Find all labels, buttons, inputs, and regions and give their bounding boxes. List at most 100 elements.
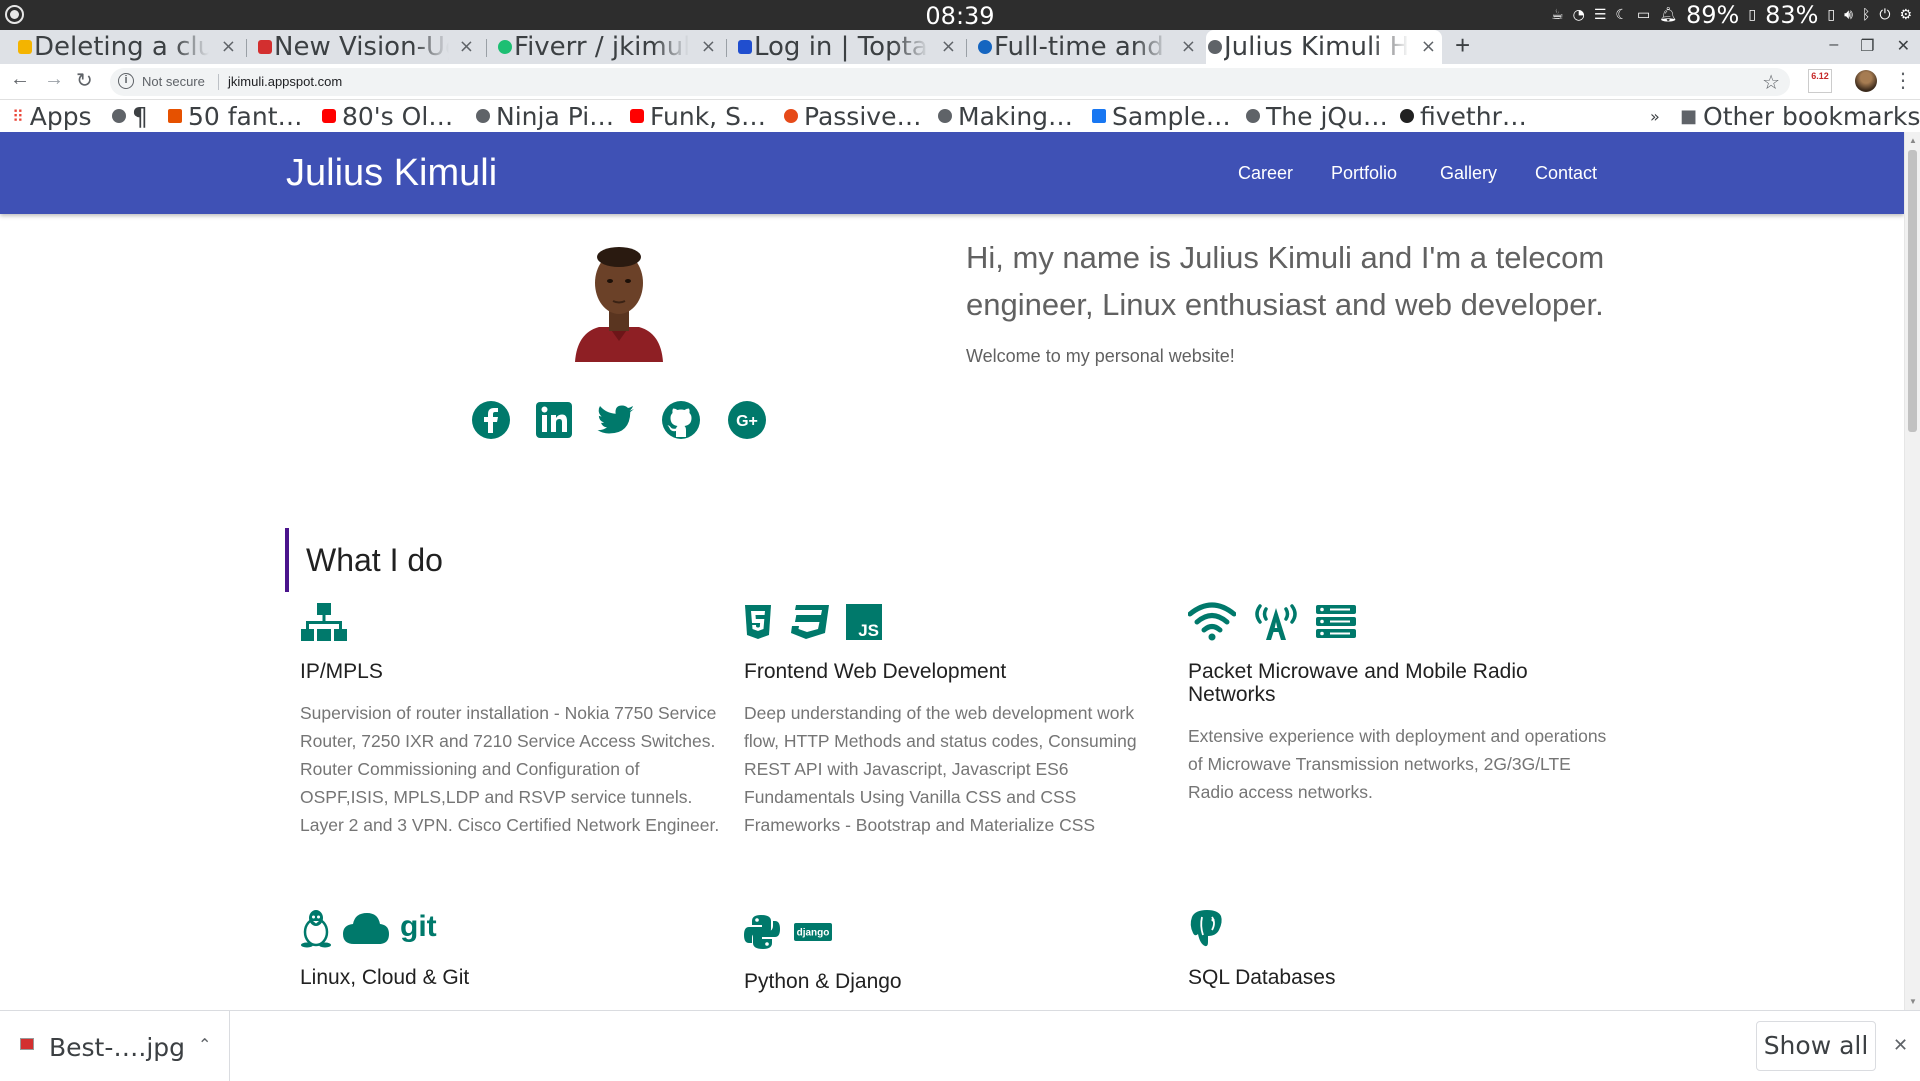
globe-icon [938,109,952,123]
nav-career[interactable]: Career [1238,163,1293,184]
close-window-icon[interactable]: ✕ [1897,36,1910,56]
bookmark-label: Making… [958,101,1074,131]
close-tab-icon[interactable]: × [221,36,236,57]
git-icon: git [400,910,437,943]
gear-icon[interactable]: ⚙ [1899,7,1912,23]
bookmark-item[interactable]: The jQu… [1246,100,1388,132]
url-text[interactable]: jkimuli.appspot.com [228,74,342,89]
browser-menu-icon[interactable]: ⋮ [1893,68,1913,93]
notification-icon[interactable]: 🔔︎ [1659,7,1677,23]
show-all-button[interactable]: Show all [1756,1021,1876,1071]
bookmarks-bar: ⠿ Apps ¶ 50 fant… 80's Ol… Ninja Pi… Fun… [0,100,1920,132]
scroll-down-icon[interactable]: ▼ [1909,997,1917,1006]
bookmark-item[interactable]: fivethr… [1400,100,1527,132]
chevron-up-icon[interactable]: ⌃ [198,1035,211,1055]
tab-title: Deleting a clust [34,32,209,62]
folder-icon: ■ [1680,105,1698,127]
site-navbar: Julius Kimuli Career Portfolio Gallery C… [0,132,1904,214]
bookmark-label: fivethr… [1420,101,1527,131]
close-tab-icon[interactable]: × [701,36,716,57]
youtube-icon [630,109,644,123]
bookmark-item[interactable]: Funk, S… [630,100,766,132]
linux-icon [301,910,331,948]
bookmark-item[interactable]: 50 fant… [168,100,303,132]
bookmark-label: ¶ [132,101,148,131]
close-tab-icon[interactable]: × [1421,36,1436,57]
close-tab-icon[interactable]: × [941,36,956,57]
bookmark-label: The jQu… [1266,101,1388,131]
security-label[interactable]: Not secure [142,74,205,89]
bluetooth-icon[interactable]: ᛒ [1862,7,1870,23]
github-icon[interactable] [661,400,701,440]
antenna-icon [1255,604,1297,640]
tab[interactable]: Deleting a clust × [16,30,242,64]
other-bookmarks[interactable]: ■ Other bookmarks [1680,100,1920,132]
wifi-tray-icon[interactable]: ◔ [1573,7,1585,23]
bookmark-item[interactable]: Ninja Pi… [476,100,614,132]
battery-icon[interactable]: ▯ [1748,7,1756,23]
menu-tray-icon[interactable]: ☰ [1594,7,1607,23]
close-tab-icon[interactable]: × [459,36,474,57]
extension-icon[interactable]: 6.12 [1808,69,1832,93]
bookmark-star-icon[interactable]: ☆ [1762,70,1780,95]
nav-gallery[interactable]: Gallery [1440,163,1497,184]
linkedin-icon[interactable] [534,400,574,440]
facebook-icon[interactable] [471,400,511,440]
close-shelf-icon[interactable]: ✕ [1893,1035,1908,1056]
bookmark-item[interactable]: Making… [938,100,1073,132]
address-bar[interactable]: i Not secure jkimuli.appspot.com ☆ [110,68,1790,96]
tab[interactable]: Log in | Toptal × [736,30,962,64]
server-icon [1316,605,1356,638]
tab[interactable]: Fiverr / jkimuli / × [496,30,722,64]
battery-percent-2: 83% [1765,1,1819,29]
night-light-icon[interactable]: ☾ [1615,7,1628,23]
css3-icon [791,605,829,639]
folder-tray-icon[interactable]: ▭ [1637,7,1650,23]
back-icon[interactable]: ← [10,68,30,91]
google-plus-icon[interactable]: G+ [727,400,767,440]
tab[interactable]: Full-time and Re × [976,30,1202,64]
nav-contact[interactable]: Contact [1535,163,1597,184]
twitter-icon[interactable] [596,400,636,440]
git-icon-label: git [400,910,437,943]
web-page: Julius Kimuli Career Portfolio Gallery C… [0,132,1904,1010]
bookmark-apps[interactable]: ⠿ Apps [12,100,92,132]
tab-favicon-icon [1208,40,1222,54]
tab[interactable]: New Vision-Uga × [256,30,480,64]
scroll-up-icon[interactable]: ▲ [1909,136,1917,145]
scrollbar-thumb[interactable] [1908,150,1917,432]
battery-2-icon[interactable]: ▯ [1827,7,1835,23]
info-icon[interactable]: i [118,73,134,89]
site-brand[interactable]: Julius Kimuli [286,152,497,195]
profile-avatar[interactable] [1855,70,1877,92]
reload-icon[interactable]: ↻ [76,68,93,93]
tab-title: Full-time and Re [994,32,1169,62]
network-icon [301,603,347,641]
bookmark-item[interactable]: Passive… [784,100,921,132]
minimize-icon[interactable]: – [1829,36,1838,56]
bookmark-item[interactable]: 80's Ol… [322,100,453,132]
close-tab-icon[interactable]: × [1181,36,1196,57]
page-scrollbar[interactable]: ▲ ▼ [1904,132,1920,1010]
maximize-icon[interactable]: ❐ [1860,36,1874,56]
skill-description: Extensive experience with deployment and… [1188,726,1607,802]
tab-active[interactable]: Julius Kimuli Ho × [1206,30,1442,64]
nav-portfolio[interactable]: Portfolio [1331,163,1397,184]
bookmark-item[interactable]: Sample… [1092,100,1231,132]
html5-icon [745,605,771,639]
new-tab-button[interactable]: + [1455,30,1470,61]
bookmarks-overflow-button[interactable]: » [1650,100,1660,132]
coffee-icon[interactable]: ☕ [1551,7,1564,23]
power-icon[interactable]: ⏻ [1879,7,1890,23]
download-item[interactable]: Best-….jpg ⌃ [0,1011,230,1081]
forward-icon[interactable]: → [44,68,64,91]
bookmark-item[interactable]: ¶ [112,100,148,132]
tab-favicon-icon [738,40,752,54]
js-icon: JS [846,604,882,640]
globe-icon [476,109,490,123]
system-tray: ☕ ◔ ☰ ☾ ▭ 🔔︎ 89% ▯ 83% ▯ 🔊︎ ᛒ ⏻ ⚙ [1551,1,1912,29]
skill-title: Packet Microwave and Mobile Radio Networ… [1188,660,1528,706]
volume-icon[interactable]: 🔊︎ [1844,7,1853,23]
image-file-icon [20,1038,34,1050]
skill-card-ip-mpls: IP/MPLS Supervision of router installati… [300,598,720,839]
